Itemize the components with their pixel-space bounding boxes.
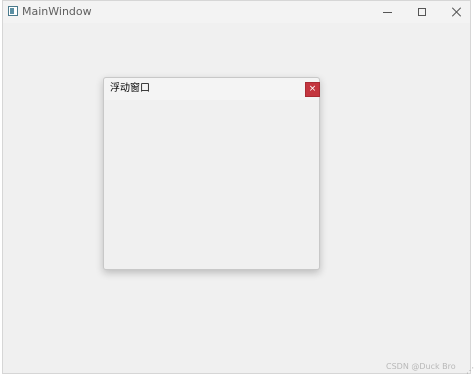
maximize-button[interactable] xyxy=(403,1,441,23)
floating-dock-widget[interactable]: 浮动窗口 × xyxy=(103,77,320,270)
dock-title: 浮动窗口 xyxy=(110,83,150,94)
maximize-icon xyxy=(418,8,426,16)
close-icon xyxy=(452,7,462,17)
watermark-text: CSDN @Duck Bro xyxy=(386,362,456,371)
resize-grip-icon[interactable]: ⋰ xyxy=(466,367,474,375)
main-window: MainWindow 浮动窗口 × ⋰ xyxy=(2,0,474,375)
minimize-button[interactable] xyxy=(368,1,406,23)
dock-close-button[interactable]: × xyxy=(305,82,320,97)
close-window-button[interactable] xyxy=(438,1,474,23)
minimize-icon xyxy=(382,11,392,13)
dock-titlebar[interactable]: 浮动窗口 × xyxy=(104,78,320,100)
app-window-icon xyxy=(8,6,18,16)
window-titlebar[interactable]: MainWindow xyxy=(3,1,470,23)
window-title: MainWindow xyxy=(22,5,92,18)
